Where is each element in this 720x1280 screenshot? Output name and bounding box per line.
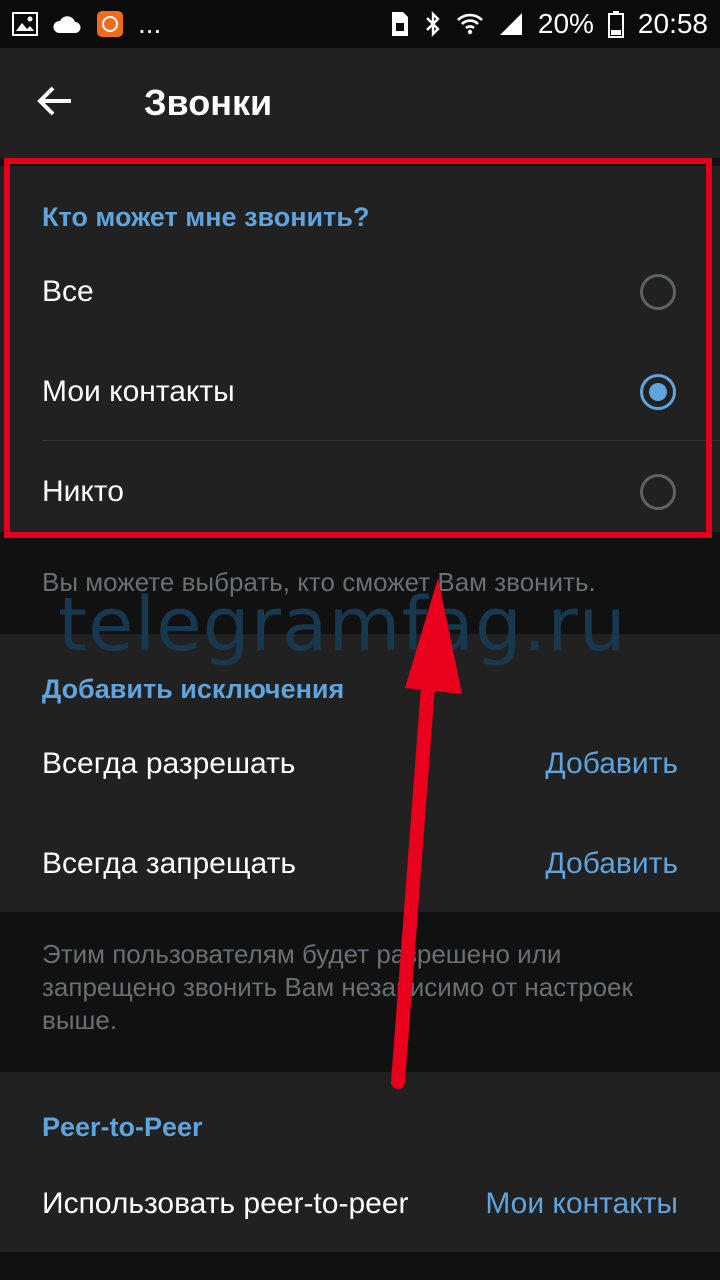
- battery-level: 20%: [537, 8, 594, 39]
- option-everybody[interactable]: Все: [0, 242, 720, 342]
- battery-icon: [607, 10, 624, 38]
- option-label: Все: [42, 275, 94, 308]
- app-bar: Звонки: [0, 48, 720, 158]
- radio-nobody[interactable]: [640, 474, 676, 510]
- who-can-call-section: Кто может мне звонить? Все Мои контакты …: [0, 166, 720, 532]
- clock: 20:58: [637, 8, 708, 39]
- app-icon: [96, 10, 124, 38]
- divider: [42, 440, 720, 441]
- cloud-icon: [52, 14, 82, 34]
- more-notifications: ...: [138, 8, 162, 39]
- always-deny-row[interactable]: Всегда запрещать Добавить: [0, 814, 720, 914]
- option-label: Никто: [42, 475, 124, 508]
- option-my-contacts[interactable]: Мои контакты: [0, 342, 720, 442]
- exceptions-hint: Этим пользователям будет разрешено или з…: [42, 939, 633, 1035]
- option-label: Мои контакты: [42, 375, 235, 408]
- use-p2p-label: Использовать peer-to-peer: [42, 1187, 409, 1220]
- image-icon: [12, 12, 38, 36]
- bluetooth-icon: [424, 10, 442, 38]
- always-allow-row[interactable]: Всегда разрешать Добавить: [0, 714, 720, 814]
- radio-everybody[interactable]: [640, 274, 676, 310]
- radio-my-contacts[interactable]: [640, 374, 676, 410]
- use-p2p-value[interactable]: Мои контакты: [485, 1187, 678, 1221]
- always-allow-label: Всегда разрешать: [42, 747, 296, 780]
- exceptions-section: Добавить исключения Всегда разрешать Доб…: [0, 634, 720, 912]
- section-header-p2p: Peer-to-Peer: [42, 1112, 203, 1142]
- use-p2p-row[interactable]: Использовать peer-to-peer Мои контакты: [0, 1154, 720, 1254]
- always-deny-add-button[interactable]: Добавить: [545, 847, 678, 881]
- signal-icon: [498, 11, 524, 37]
- section-header-who-can-call: Кто может мне звонить?: [42, 202, 370, 232]
- always-deny-label: Всегда запрещать: [42, 847, 296, 880]
- always-allow-add-button[interactable]: Добавить: [545, 747, 678, 781]
- watermark: telegramfag.ru: [58, 582, 627, 668]
- option-nobody[interactable]: Никто: [0, 442, 720, 542]
- section-header-exceptions: Добавить исключения: [42, 674, 345, 704]
- wifi-icon: [456, 12, 484, 36]
- status-bar: ... 20% 20:58: [0, 0, 720, 48]
- page-title: Звонки: [144, 82, 273, 123]
- p2p-section: Peer-to-Peer Использовать peer-to-peer М…: [0, 1072, 720, 1252]
- back-button[interactable]: [0, 48, 110, 158]
- sim-icon: [390, 11, 410, 37]
- arrow-left-icon: [37, 85, 73, 122]
